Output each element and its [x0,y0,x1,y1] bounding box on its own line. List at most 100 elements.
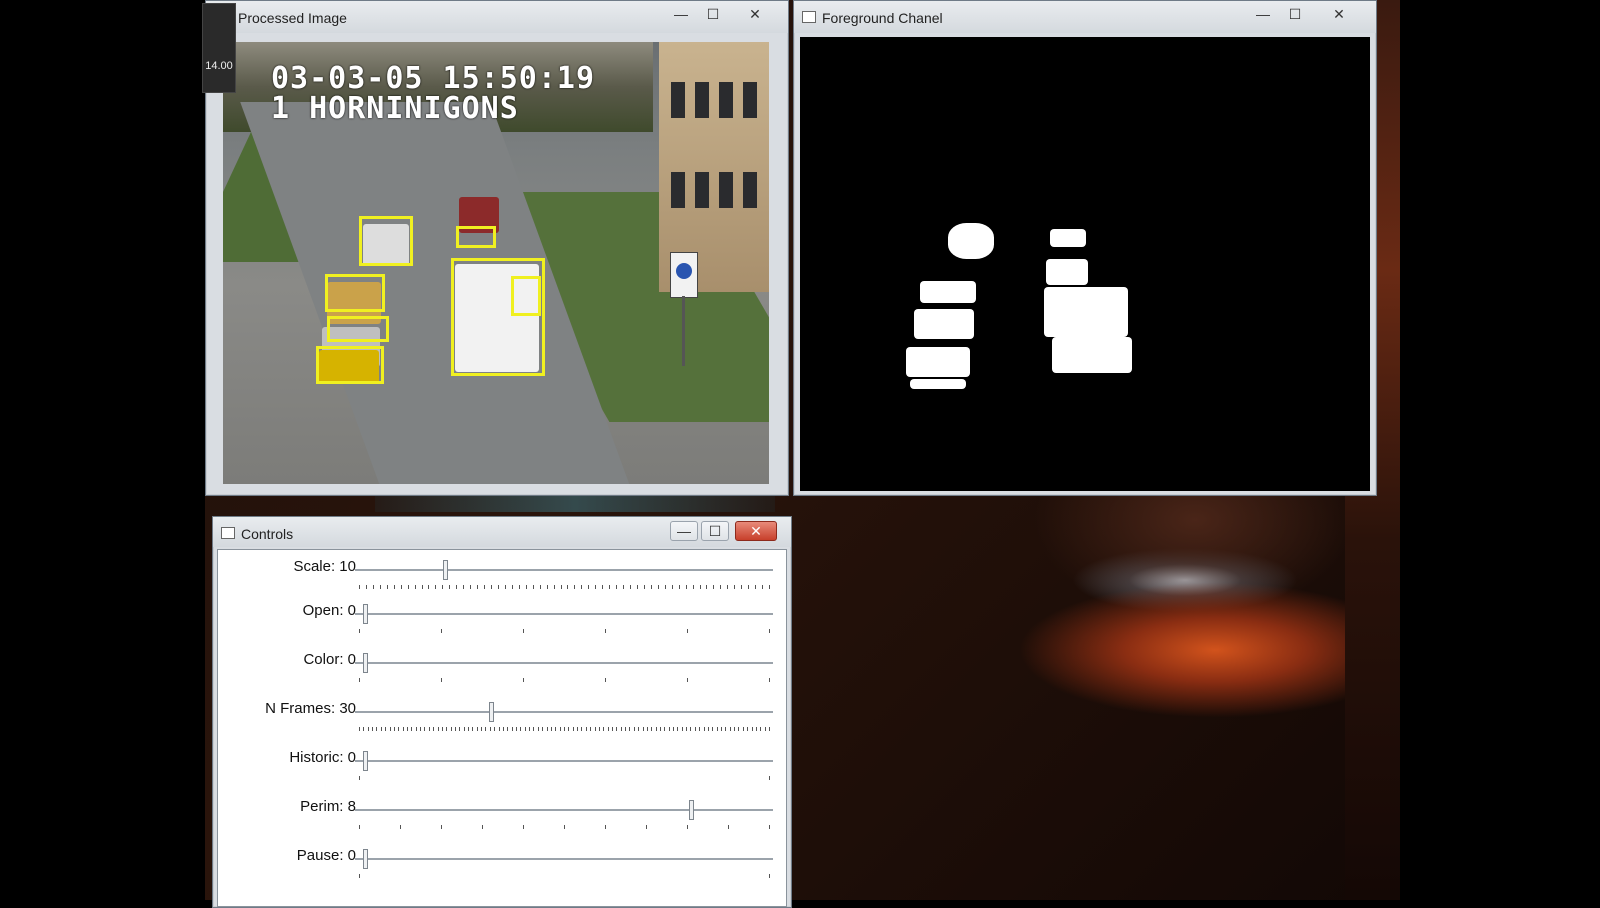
slider-pause[interactable]: Pause: 0 [218,847,786,895]
slider-tick [651,727,653,731]
foreground-channel-window[interactable]: Foreground Chanel — ☐ ✕ [793,0,1377,496]
slider-tick [359,874,360,878]
slider-tick [520,727,522,731]
slider-tick [742,727,744,731]
foreground-blob [906,347,970,377]
maximize-button[interactable]: ☐ [1282,5,1308,23]
slider-tick [359,776,360,780]
slider-tick [516,727,518,731]
slider-track[interactable] [355,702,773,722]
foreground-blob [914,309,974,339]
slider-scale[interactable]: Scale: 10 [218,558,786,606]
slider-tick [748,585,750,589]
slider-tick [437,727,439,731]
slider-tick [636,585,638,589]
slider-tick [553,585,555,589]
slider-track[interactable] [355,800,773,820]
close-button[interactable]: ✕ [742,5,768,23]
slider-tick [574,585,576,589]
slider-tick [685,585,687,589]
slider-tick [532,585,534,589]
slider-track[interactable] [355,560,773,580]
slider-tick [588,585,590,589]
slider-tick [359,727,360,731]
slider-tick [664,585,666,589]
slider-thumb[interactable] [689,800,695,820]
slider-tick [442,585,444,589]
slider-thumb[interactable] [442,560,448,580]
slider-tick [747,727,749,731]
slider-thumb[interactable] [488,702,494,722]
slider-tick [716,727,718,731]
slider-tick [605,678,606,682]
traffic-camera-frame: 03-03-05 15:50:19 1 HORNINIGONS [223,42,769,484]
processed-image-window[interactable]: Processed Image — ☐ ✕ 03-03-05 15:50:19 [205,0,789,496]
maximize-button[interactable]: ☐ [700,5,726,23]
close-button[interactable]: ✕ [735,521,777,541]
slider-n-frames[interactable]: N Frames: 30 [218,700,786,748]
slider-tick [359,678,360,682]
slider-tick [725,727,727,731]
slider-tick [385,727,387,731]
slider-tick [482,825,483,829]
fps-value: 14.00 [205,60,233,72]
slider-track[interactable] [355,604,773,624]
slider-tick [372,727,374,731]
slider-tick [472,727,474,731]
slider-tick [594,727,596,731]
slider-tick [729,727,731,731]
slider-historic[interactable]: Historic: 0 [218,749,786,797]
slider-ticks [359,727,770,733]
slider-tick [657,585,659,589]
slider-tick [646,825,647,829]
controls-panel: Scale: 10 Open: 0 Color: 0 N Frames: 30 … [217,549,787,907]
slider-tick [386,585,388,589]
slider-tick [402,727,404,731]
slider-tick [699,585,701,589]
slider-tick [769,776,770,780]
slider-tick [616,585,618,589]
slider-tick [707,727,709,731]
maximize-button[interactable]: ☐ [701,521,729,541]
slider-tick [603,727,605,731]
slider-track[interactable] [355,751,773,771]
slider-tick [687,678,688,682]
foreground-titlebar[interactable]: Foreground Chanel — ☐ ✕ [794,1,1376,33]
slider-tick [456,585,458,589]
minimize-button[interactable]: — [1250,5,1276,23]
timestamp-line: 03-03-05 15:50:19 [271,61,596,96]
slider-ticks [359,585,770,591]
slider-tick [664,727,666,731]
slider-tick [602,585,604,589]
close-button[interactable]: ✕ [1326,5,1352,23]
slider-tick [769,585,770,589]
slider-tick [694,727,696,731]
slider-tick [741,585,743,589]
slider-thumb[interactable] [363,751,369,771]
processed-image-view: 03-03-05 15:50:19 1 HORNINIGONS [223,42,769,484]
slider-track[interactable] [355,849,773,869]
slider-perim[interactable]: Perim: 8 [218,798,786,846]
slider-tick [420,727,422,731]
slider-tick [367,727,369,731]
controls-window[interactable]: Controls — ☐ ✕ Scale: 10 Open: 0 Color: … [212,516,792,908]
slider-tick [609,585,611,589]
slider-ticks [359,629,770,635]
minimize-button[interactable]: — [670,521,698,541]
road-sign [670,252,698,298]
slider-open[interactable]: Open: 0 [218,602,786,650]
minimize-button[interactable]: — [668,5,694,23]
slider-tick [630,585,632,589]
slider-tick [681,727,683,731]
slider-thumb[interactable] [363,604,369,624]
slider-color[interactable]: Color: 0 [218,651,786,699]
slider-tick [581,727,583,731]
slider-thumb[interactable] [363,849,369,869]
controls-titlebar[interactable]: Controls — ☐ ✕ [213,517,791,547]
slider-thumb[interactable] [363,653,369,673]
slider-tick [760,727,762,731]
slider-tick [568,727,570,731]
processed-image-titlebar[interactable]: Processed Image — ☐ ✕ [206,1,788,33]
slider-tick [511,585,513,589]
slider-track[interactable] [355,653,773,673]
